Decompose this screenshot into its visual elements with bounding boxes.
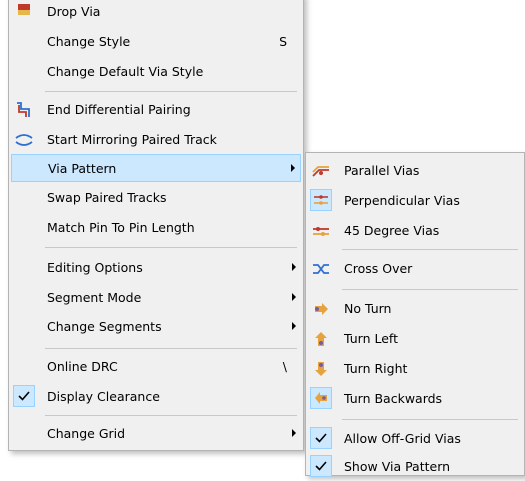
end-differential-pairing-icon: [15, 101, 33, 119]
menu-item-label: End Differential Pairing: [47, 102, 191, 117]
menu-item-label: Start Mirroring Paired Track: [47, 132, 217, 147]
cross-over-icon: [312, 260, 330, 278]
menu-item-parallel-vias[interactable]: Parallel Vias: [308, 157, 522, 185]
menu-item-match-pin-to-pin-length[interactable]: Match Pin To Pin Length: [11, 214, 301, 242]
menu-item-label: Perpendicular Vias: [344, 193, 460, 208]
menu-item-perpendicular-vias[interactable]: Perpendicular Vias: [308, 187, 522, 215]
via-pattern-submenu: Parallel Vias Perpendicular Vias 45 Degr…: [305, 152, 525, 477]
menu-item-allow-off-grid-vias[interactable]: Allow Off-Grid Vias: [308, 425, 522, 453]
context-menu: Drop Via Change Style S Change Default V…: [8, 0, 304, 451]
checkmark-icon: [310, 455, 332, 477]
menu-item-label: Online DRC: [47, 359, 118, 374]
submenu-arrow-icon: [292, 293, 296, 301]
45-degree-vias-icon: [312, 222, 330, 240]
no-turn-icon: [312, 300, 330, 318]
turn-backwards-icon: [310, 387, 332, 409]
menu-item-label: Match Pin To Pin Length: [47, 220, 195, 235]
shortcut-label: \: [282, 359, 287, 374]
menu-item-label: Swap Paired Tracks: [47, 190, 167, 205]
menu-item-label: Parallel Vias: [344, 163, 420, 178]
drop-via-icon: [15, 3, 33, 21]
menu-item-label: Display Clearance: [47, 389, 160, 404]
menu-item-end-differential-pairing[interactable]: End Differential Pairing: [11, 96, 301, 124]
menu-separator: [45, 247, 297, 248]
menu-item-label: Via Pattern: [48, 161, 117, 176]
menu-item-label: 45 Degree Vias: [344, 223, 440, 238]
menu-item-label: Change Segments: [47, 319, 162, 334]
menu-item-45-degree-vias[interactable]: 45 Degree Vias: [308, 217, 522, 245]
menu-item-label: Turn Right: [344, 361, 408, 376]
menu-item-change-segments[interactable]: Change Segments: [11, 313, 301, 341]
menu-item-online-drc[interactable]: Online DRC \: [11, 353, 301, 381]
menu-item-turn-left[interactable]: Turn Left: [308, 325, 522, 353]
parallel-vias-icon: [312, 162, 330, 180]
menu-item-turn-right[interactable]: Turn Right: [308, 355, 522, 383]
menu-item-editing-options[interactable]: Editing Options: [11, 254, 301, 282]
mirroring-paired-track-icon: [15, 131, 33, 149]
menu-separator: [342, 289, 518, 290]
menu-item-cross-over[interactable]: Cross Over: [308, 255, 522, 283]
menu-item-label: Change Grid: [47, 426, 126, 441]
menu-item-label: Show Via Pattern: [344, 459, 451, 474]
menu-separator: [45, 348, 297, 349]
menu-item-label: Cross Over: [344, 261, 413, 276]
menu-item-label: Allow Off-Grid Vias: [344, 431, 461, 446]
menu-item-segment-mode[interactable]: Segment Mode: [11, 284, 301, 312]
menu-item-drop-via[interactable]: Drop Via: [11, 0, 301, 26]
menu-separator: [45, 91, 297, 92]
menu-item-label: Editing Options: [47, 260, 143, 275]
checkmark-icon: [310, 427, 332, 449]
menu-item-show-via-pattern[interactable]: Show Via Pattern: [308, 453, 522, 481]
menu-item-via-pattern[interactable]: Via Pattern: [11, 154, 301, 182]
menu-item-label: Drop Via: [47, 4, 101, 19]
menu-item-label: Change Default Via Style: [47, 64, 204, 79]
menu-item-label: Turn Backwards: [344, 391, 443, 406]
menu-item-change-default-via-style[interactable]: Change Default Via Style: [11, 58, 301, 86]
menu-item-label: Change Style: [47, 34, 131, 49]
menu-separator: [342, 249, 518, 250]
perpendicular-vias-icon: [310, 189, 332, 211]
menu-item-no-turn[interactable]: No Turn: [308, 295, 522, 323]
menu-item-display-clearance[interactable]: Display Clearance: [11, 383, 301, 411]
checkmark-icon: [13, 385, 35, 407]
menu-item-change-style[interactable]: Change Style S: [11, 28, 301, 56]
turn-right-icon: [312, 360, 330, 378]
submenu-arrow-icon: [292, 263, 296, 271]
menu-item-label: Turn Left: [344, 331, 398, 346]
menu-item-start-mirroring-paired-track[interactable]: Start Mirroring Paired Track: [11, 126, 301, 154]
shortcut-label: S: [279, 34, 287, 49]
submenu-arrow-icon: [291, 164, 295, 172]
menu-separator: [45, 415, 297, 416]
menu-item-label: Segment Mode: [47, 290, 142, 305]
submenu-arrow-icon: [292, 429, 296, 437]
menu-separator: [342, 419, 518, 420]
submenu-arrow-icon: [292, 322, 296, 330]
menu-item-change-grid[interactable]: Change Grid: [11, 420, 301, 448]
turn-left-icon: [312, 330, 330, 348]
menu-item-label: No Turn: [344, 301, 392, 316]
menu-item-swap-paired-tracks[interactable]: Swap Paired Tracks: [11, 184, 301, 212]
menu-item-turn-backwards[interactable]: Turn Backwards: [308, 385, 522, 413]
